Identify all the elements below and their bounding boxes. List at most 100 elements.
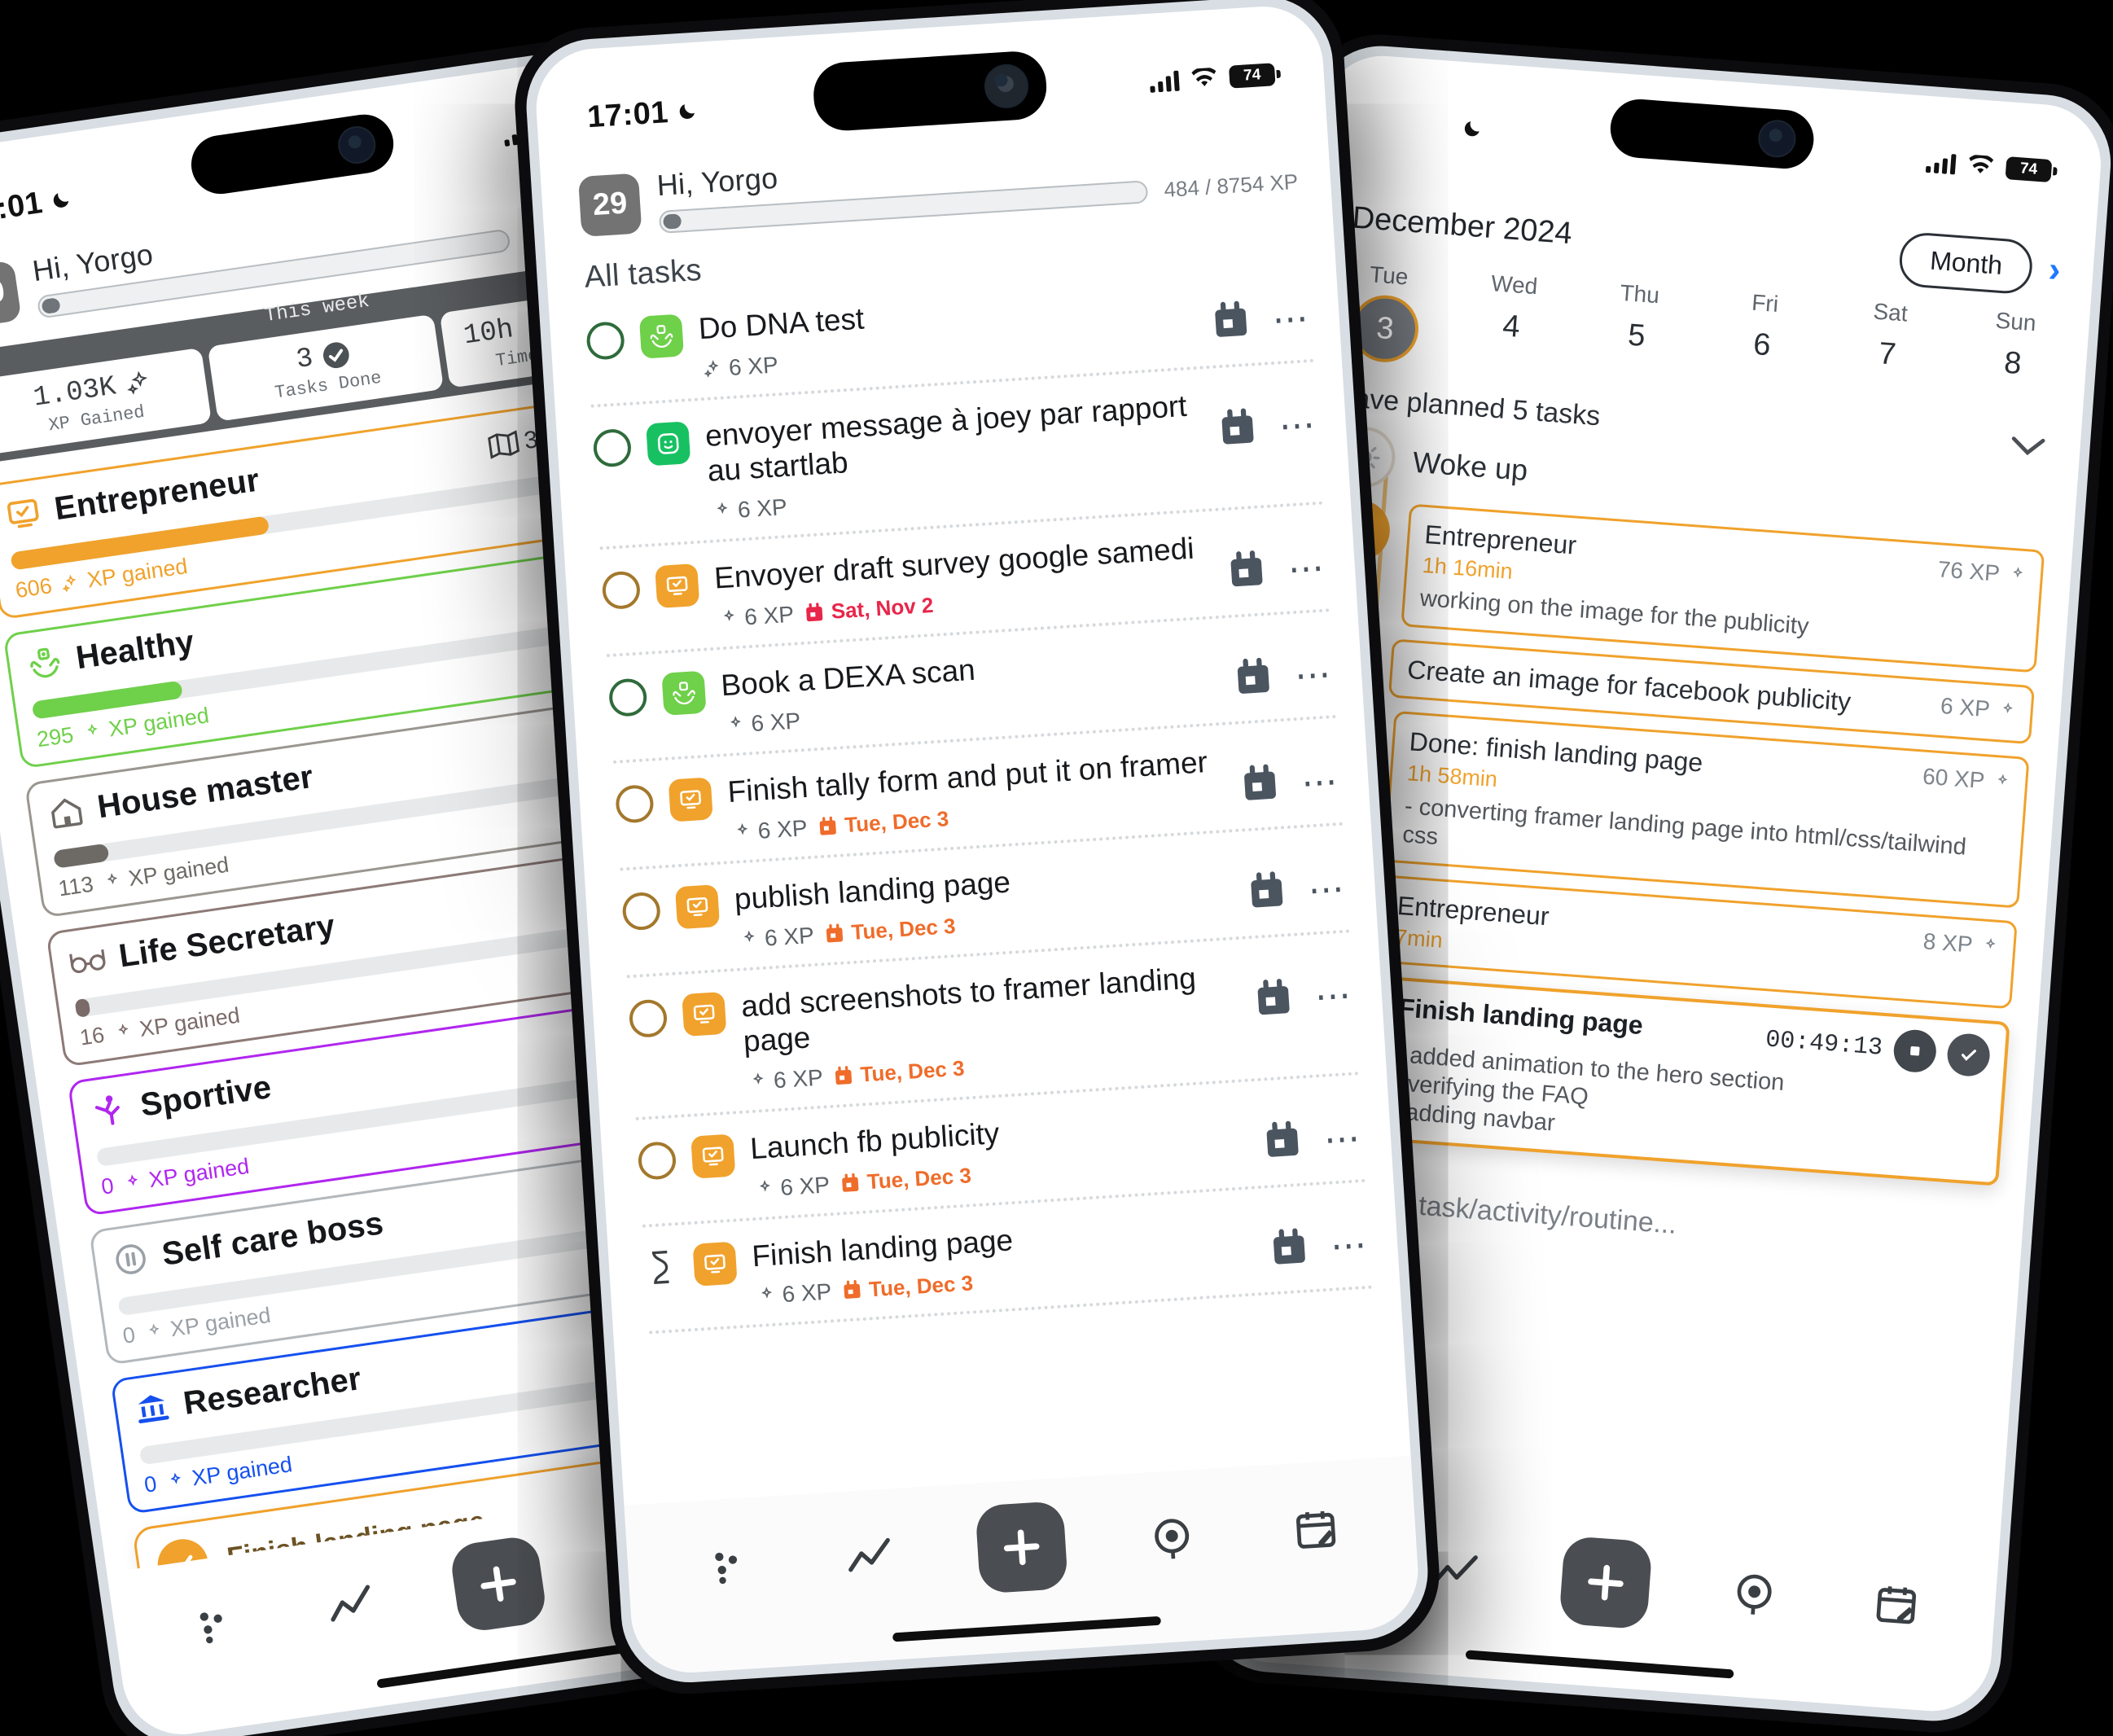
calendar-icon[interactable]: [1238, 763, 1282, 810]
task-title: Finish landing page: [751, 1222, 1015, 1273]
category-name: Entrepreneur: [52, 462, 262, 527]
day-name: Sun: [1994, 307, 2037, 336]
task-checkbox[interactable]: [615, 784, 655, 825]
calendar-icon[interactable]: [1225, 549, 1268, 596]
moon-icon: [679, 104, 695, 119]
moon-icon: [1464, 121, 1480, 137]
calendar-icon[interactable]: [1260, 1120, 1304, 1167]
sparkles-icon: [737, 822, 748, 835]
center-app-body: 29 Hi, Yorgo 484 / 8754 XP All tasks Do …: [533, 3, 1422, 1677]
category-xp-value: 0: [142, 1471, 159, 1497]
battery-indicator: 74: [2005, 156, 2053, 183]
calendar-day-thu[interactable]: Thu 5: [1593, 278, 1681, 384]
target-icon[interactable]: [1133, 1505, 1212, 1572]
sparkles-icon: [761, 1287, 773, 1299]
sparkles-icon: [2003, 702, 2013, 713]
day-number: 6: [1751, 327, 1773, 363]
more-options-icon[interactable]: ⋯: [1294, 654, 1335, 696]
task-checkbox[interactable]: [592, 427, 633, 468]
day-number: 7: [1877, 336, 1898, 372]
category-xp-label: XP gained: [138, 1002, 242, 1041]
more-options-icon[interactable]: ⋯: [1278, 405, 1319, 447]
task-checkbox[interactable]: [607, 677, 648, 717]
calendar-icon[interactable]: [1245, 870, 1288, 917]
day-name: Thu: [1619, 279, 1660, 309]
target-icon[interactable]: [1715, 1560, 1794, 1628]
moon-icon: [53, 193, 68, 208]
calendar-edit-icon[interactable]: [1857, 1571, 1935, 1638]
calendar-day-sat[interactable]: Sat 7: [1843, 296, 1932, 401]
timeline-xp: 8 XP: [1922, 928, 2000, 960]
calendar-day-wed[interactable]: Wed 4: [1467, 270, 1556, 375]
stop-icon[interactable]: [1892, 1028, 1938, 1074]
task-xp: 6 XP: [752, 1172, 831, 1203]
task-list: Do DNA test 6 XP ⋯ envoyer message à joe…: [549, 253, 1401, 1336]
task-xp: 6 XP: [723, 708, 802, 739]
sparkles-icon: [127, 1173, 138, 1186]
task-checkbox[interactable]: [585, 321, 626, 361]
calendar-icon[interactable]: [1232, 655, 1275, 703]
add-button[interactable]: [975, 1500, 1068, 1594]
task-xp: 6 XP: [730, 815, 809, 846]
day-name: Sat: [1872, 298, 1909, 327]
more-options-icon[interactable]: ⋯: [1330, 1225, 1371, 1267]
status-time-right: 17:01: [1371, 103, 1484, 147]
dots-cluster-icon[interactable]: [172, 1589, 255, 1661]
hourglass-icon[interactable]: [644, 1248, 679, 1287]
calendar-view-button[interactable]: Month: [1897, 230, 2035, 296]
calendar-icon[interactable]: [1268, 1226, 1311, 1274]
sparkles-icon: [2013, 567, 2023, 578]
status-time-value: 17:01: [586, 94, 670, 134]
status-indicators-center: 74: [1149, 63, 1276, 94]
signal-bars-icon: [1925, 151, 1957, 175]
chart-line-icon[interactable]: [311, 1569, 394, 1641]
more-options-icon[interactable]: ⋯: [1271, 298, 1313, 340]
category-xp-value: 606: [13, 573, 54, 603]
timeline-title: Finish landing page: [1397, 992, 1644, 1040]
sparkles-icon: [149, 1323, 160, 1335]
stat-card-xp[interactable]: 1.03K XP Gained: [0, 347, 213, 455]
add-button[interactable]: [1558, 1535, 1653, 1630]
chart-line-icon[interactable]: [832, 1523, 911, 1590]
task-due-date: Tue, Dec 3: [840, 1270, 974, 1304]
calendar-day-fri[interactable]: Fri 6: [1718, 287, 1807, 392]
task-xp: 6 XP: [709, 494, 788, 525]
calendar-icon: [835, 1066, 852, 1085]
bank-icon: [131, 1387, 173, 1430]
sparkles-icon: [730, 716, 741, 728]
check-circle-icon: [323, 342, 349, 369]
task-checkbox[interactable]: [637, 1140, 677, 1181]
sparkles-icon: [118, 1023, 129, 1035]
sparkles-icon: [107, 872, 118, 884]
sparkles-icon: [759, 1179, 770, 1192]
category-name: Life Secretary: [116, 907, 338, 975]
category-xp-label: XP gained: [147, 1153, 252, 1193]
more-options-icon[interactable]: ⋯: [1300, 761, 1342, 804]
day-name: Fri: [1751, 289, 1780, 317]
chevron-right-icon[interactable]: ›: [2047, 249, 2062, 291]
more-options-icon[interactable]: ⋯: [1287, 547, 1328, 590]
more-options-icon[interactable]: ⋯: [1322, 1118, 1364, 1160]
day-name: Wed: [1490, 270, 1539, 300]
calendar-icon[interactable]: [1209, 300, 1252, 347]
more-options-icon[interactable]: ⋯: [1313, 975, 1355, 1018]
calendar-edit-icon[interactable]: [1276, 1496, 1355, 1563]
calendar-day-sun[interactable]: Sun 8: [1969, 306, 2058, 411]
sparkles-icon: [743, 930, 755, 942]
chevron-down-icon[interactable]: [2007, 432, 2048, 463]
task-xp: 6 XP: [716, 601, 795, 632]
calendar-icon[interactable]: [1216, 406, 1259, 454]
task-title: publish landing page: [733, 865, 1012, 916]
task-checkbox[interactable]: [601, 570, 642, 611]
add-button[interactable]: [448, 1534, 549, 1634]
day-name: Tue: [1369, 261, 1409, 290]
calendar-icon[interactable]: [1252, 977, 1295, 1024]
more-options-icon[interactable]: ⋯: [1307, 868, 1348, 910]
task-checkbox[interactable]: [621, 891, 662, 932]
dots-cluster-icon[interactable]: [688, 1532, 767, 1599]
category-name: Researcher: [181, 1360, 364, 1422]
monitor-check-icon: [692, 1241, 738, 1287]
check-circle-icon[interactable]: [1945, 1032, 1992, 1078]
task-checkbox[interactable]: [628, 997, 669, 1038]
status-indicators-right: 74: [1925, 151, 2053, 183]
